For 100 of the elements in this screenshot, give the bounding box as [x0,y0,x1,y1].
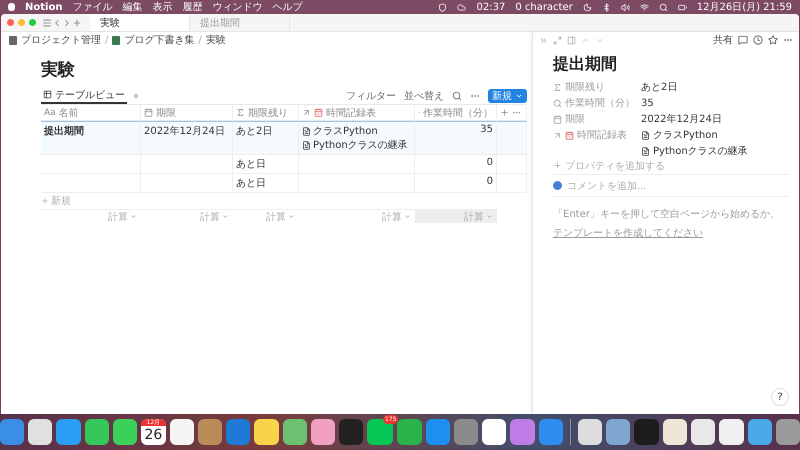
breadcrumb-link[interactable]: 実験 [206,33,226,47]
text-type-icon: Aa [44,108,56,118]
relation-link[interactable]: クラスPython [302,124,378,138]
star-icon[interactable] [768,35,778,45]
shield-icon[interactable] [438,2,448,12]
property-value[interactable]: 35 [641,95,789,111]
cell-text: あと日 [236,158,266,171]
cell-text: あと2日 [236,125,272,138]
app-icon[interactable] [170,419,194,445]
relation-link[interactable]: Pythonクラスの継承 [302,138,408,152]
cell-text: 0 [486,157,493,168]
caret-icon [404,213,411,220]
filter-button[interactable]: フィルター [346,88,396,102]
table-icon [43,90,52,99]
arrow-icon [553,130,562,140]
breadcrumb-link[interactable]: ブログ下書き集 [124,33,194,47]
page-icon [9,36,17,44]
caret-icon [486,213,493,220]
expand-icon[interactable] [553,36,562,44]
page-icon [302,126,311,136]
search-icon[interactable] [452,90,462,100]
app-icon[interactable] [84,419,110,445]
app-icon[interactable] [310,419,336,445]
column-label: 名前 [58,106,79,120]
app-icon[interactable] [282,419,307,445]
table-cell[interactable]: 提出期間 [41,121,141,155]
app-icon[interactable] [482,419,506,445]
calendar-icon [314,108,323,117]
column-label: 期限残り [248,106,288,120]
panel-icon[interactable] [567,36,576,44]
app-icon[interactable] [113,419,138,445]
calendar-icon [144,108,153,117]
caret-icon [130,213,137,220]
cell-text: あと日 [236,177,266,190]
app-icon[interactable] [662,419,687,445]
relation-link[interactable]: クラスPython [641,127,789,143]
property-value[interactable]: あと2日 [641,79,789,95]
page-icon [641,130,650,140]
bluetooth-icon[interactable] [602,2,611,12]
cell-text: 0 [486,176,493,187]
wifi-icon[interactable] [640,2,649,12]
menu-item[interactable]: ヘルプ [272,0,302,14]
help-button[interactable]: ? [771,388,789,406]
timer-text[interactable]: 02:37 [476,2,506,12]
page-title: 提出期間 [553,54,618,75]
calendar-icon [565,130,574,140]
battery-icon[interactable] [678,2,687,12]
share-button[interactable]: 共有 [713,33,733,47]
property-value[interactable]: 2022年12月24日 [641,111,789,127]
app-icon[interactable] [719,419,744,445]
close-icon[interactable] [7,19,14,26]
app-icon[interactable] [578,419,602,445]
column-label: 作業時間（分） [423,106,493,120]
app-icon[interactable] [776,419,800,445]
app-icon[interactable] [254,419,279,445]
cell-text: 35 [480,124,493,135]
sigma-icon [236,108,245,117]
column-label: 時間記録表 [326,106,376,120]
empty-page-hint: 「Enter」キーを押して空白ページから始めるか、 [553,208,781,221]
menu-item[interactable]: ウィンドウ [212,0,262,14]
calendar-day: 26 [144,426,162,444]
character-count[interactable]: 0 character [515,2,573,12]
app-icon[interactable] [28,419,52,445]
tab[interactable]: 実験 [90,14,190,31]
comment-icon[interactable] [738,35,748,45]
page-icon [641,146,650,156]
column-label: 期限 [156,106,176,120]
menu-item[interactable]: 表示 [152,0,172,14]
menu-item[interactable]: ファイル [72,0,112,14]
app-icon[interactable] [691,419,716,445]
clock-icon[interactable] [753,35,763,45]
page-title: 実験 [41,59,76,81]
add-icon[interactable] [72,18,82,28]
sort-button[interactable]: 並べ替え [404,88,444,102]
breadcrumb-separator: / [105,34,108,46]
new-button[interactable]: 新規 [488,88,527,102]
breadcrumb-link[interactable]: プロジェクト管理 [21,33,101,47]
clock-text[interactable]: 12月26日(月) 21:59 [696,0,792,14]
caret-icon [288,213,295,220]
page-icon [112,36,120,44]
menu-item[interactable]: 履歴 [182,0,202,14]
avatar [553,181,562,190]
app-icon[interactable] [606,419,630,445]
arrow-icon [302,108,311,117]
moon-icon[interactable] [582,2,592,12]
zoom-icon[interactable] [29,19,36,26]
add-icon [41,197,49,205]
app-icon[interactable] [748,419,772,445]
cloud-icon[interactable] [457,2,466,12]
relation-link[interactable]: Pythonクラスの継承 [641,143,789,159]
add-icon[interactable] [131,90,141,100]
menu-item[interactable]: 編集 [122,0,142,14]
cell-text: 2022年12月24日 [144,125,225,138]
menu-item[interactable]: Notion [25,2,62,12]
collapse-icon[interactable] [539,36,548,44]
add-icon[interactable] [500,108,509,117]
view-tab[interactable]: テーブルビュー [41,87,127,104]
menu-icon[interactable] [42,18,52,28]
volume-icon[interactable] [620,2,630,12]
breadcrumb-separator: / [198,34,202,46]
